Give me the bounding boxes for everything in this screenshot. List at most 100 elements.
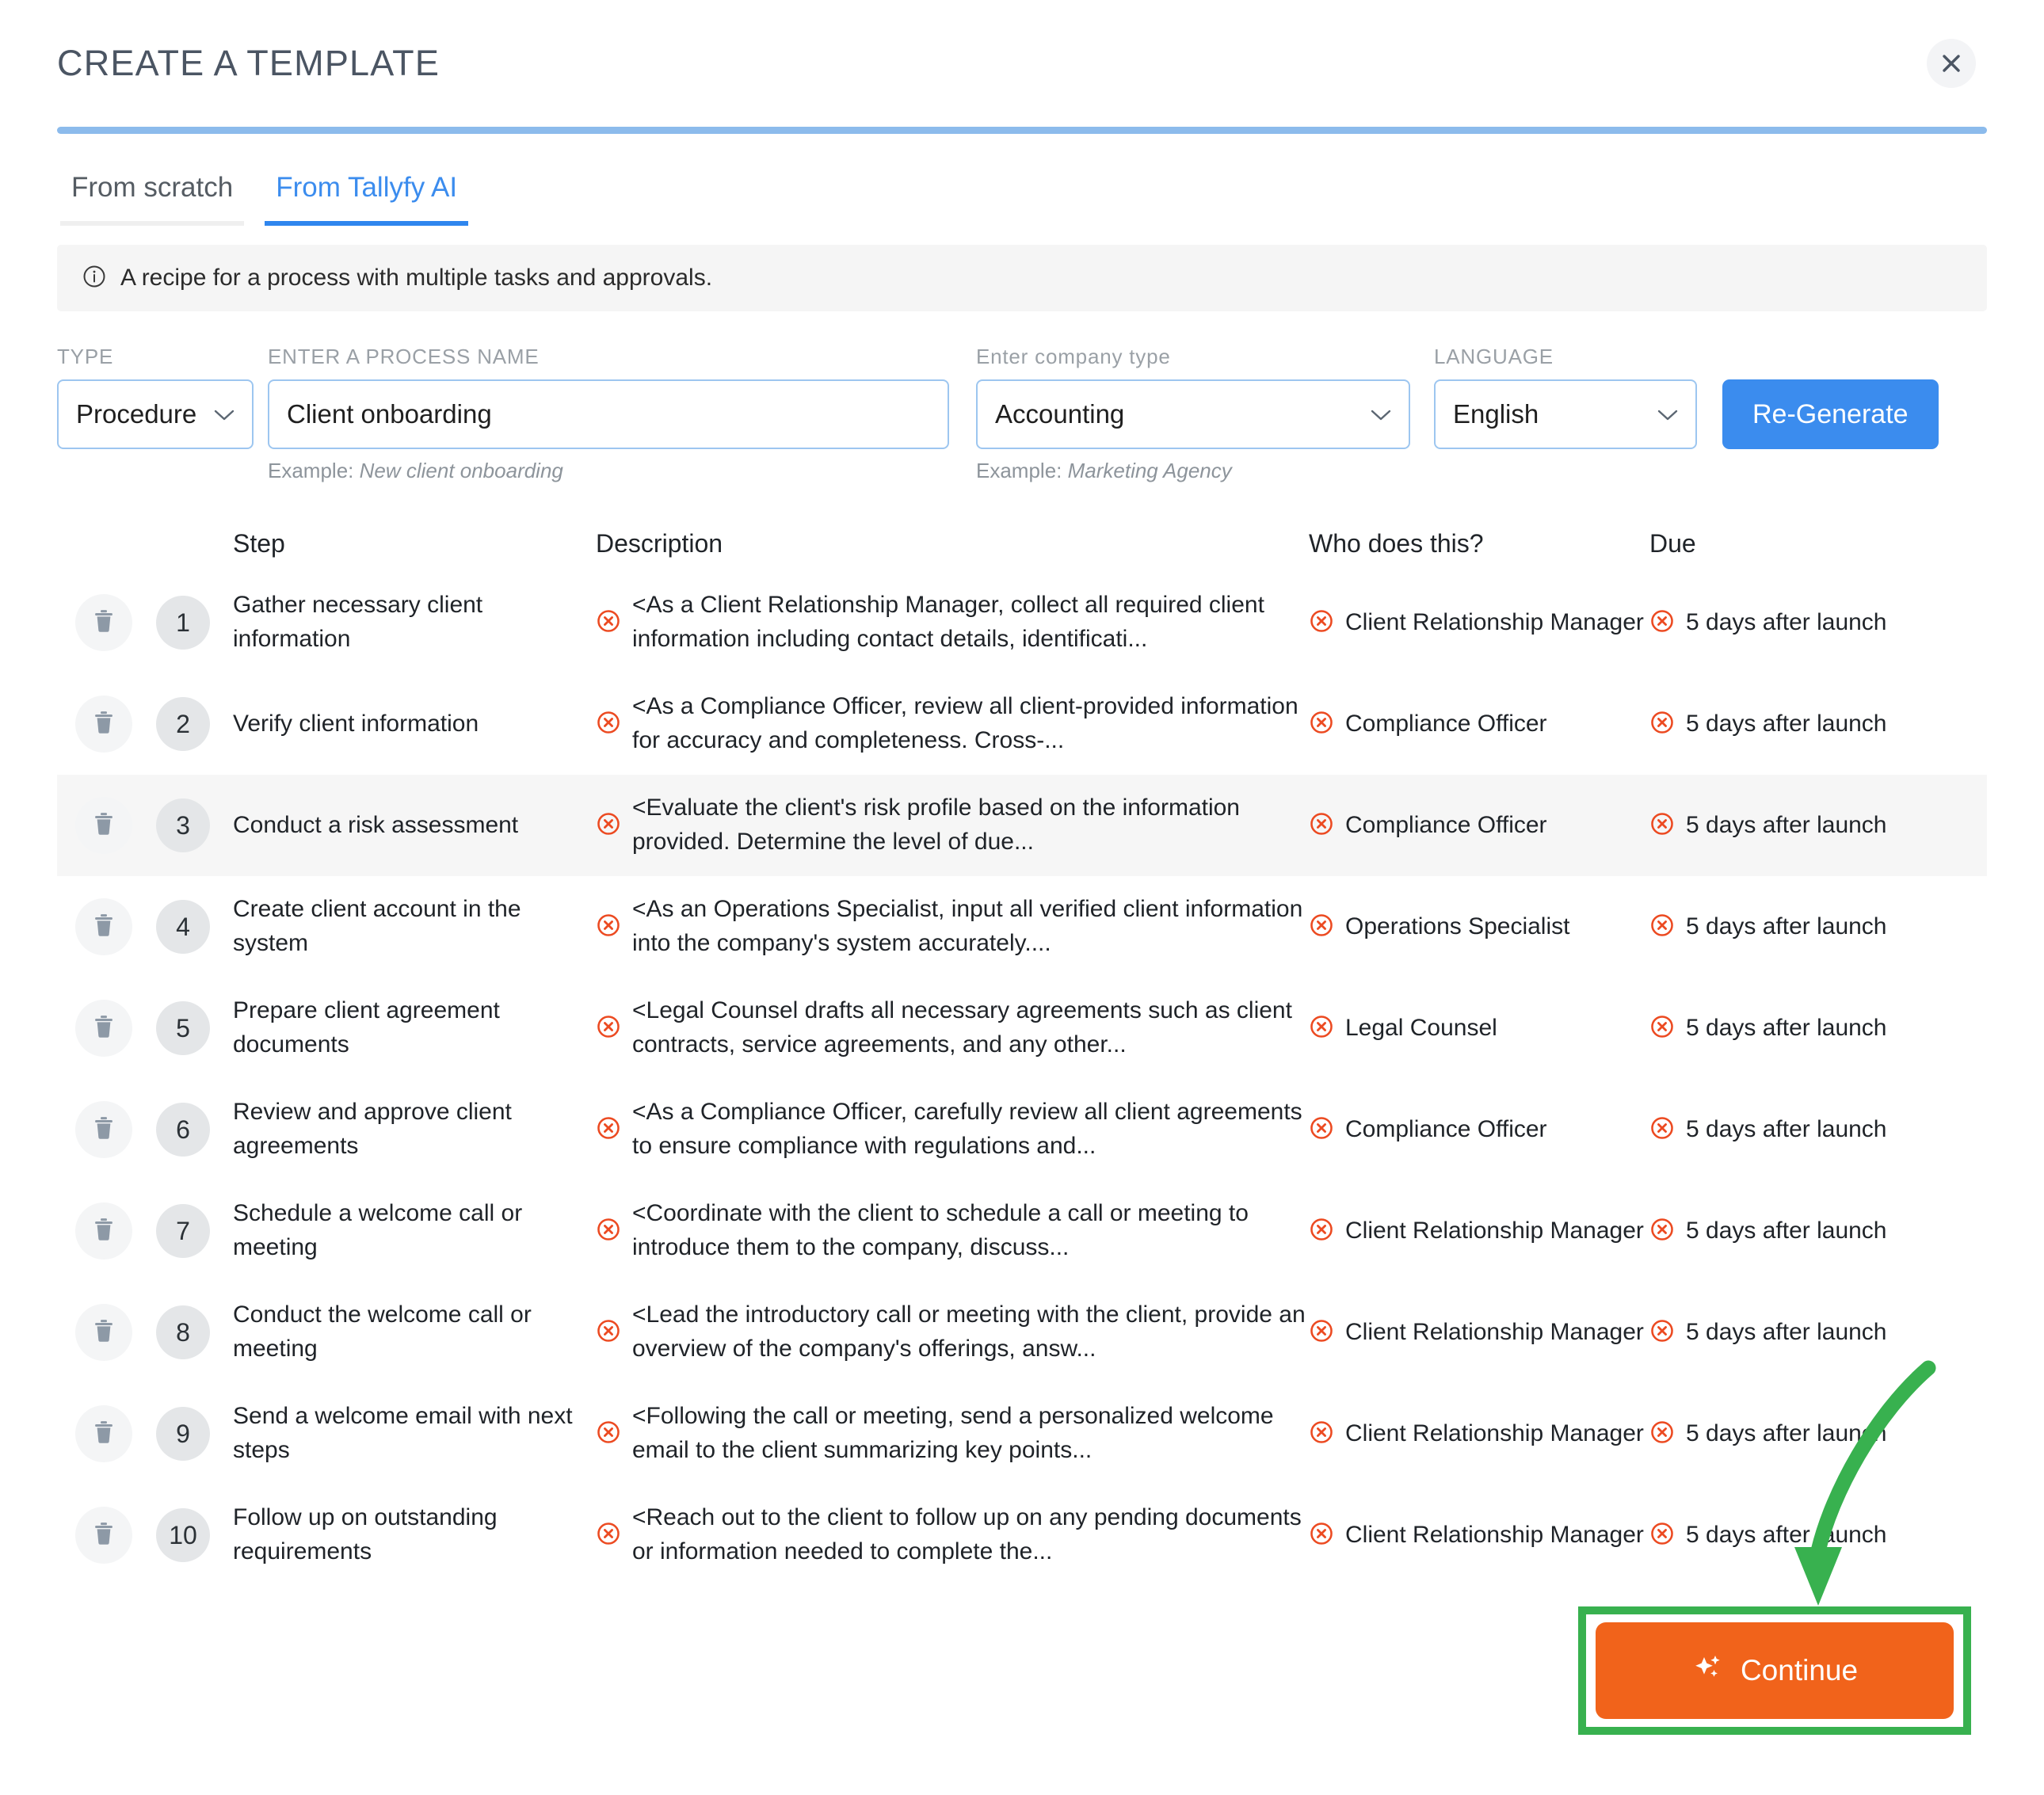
step-description-text[interactable]: <As an Operations Specialist, input all …: [632, 893, 1309, 960]
create-template-modal: CREATE A TEMPLATE From scratch From Tall…: [0, 0, 2044, 1795]
step-description-text[interactable]: <Coordinate with the client to schedule …: [632, 1197, 1309, 1264]
step-assignee-text[interactable]: Compliance Officer: [1345, 809, 1547, 843]
step-assignee-text[interactable]: Client Relationship Manager: [1345, 1417, 1644, 1451]
x-circle-icon[interactable]: [1649, 1521, 1675, 1550]
x-circle-icon[interactable]: [1309, 1115, 1334, 1145]
x-circle-icon[interactable]: [1649, 1115, 1675, 1145]
x-circle-icon[interactable]: [1649, 1420, 1675, 1449]
step-assignee-text[interactable]: Compliance Officer: [1345, 1113, 1547, 1147]
x-circle-icon[interactable]: [596, 1014, 621, 1043]
step-description-text[interactable]: <As a Compliance Officer, review all cli…: [632, 690, 1309, 757]
x-circle-icon[interactable]: [596, 1420, 621, 1449]
x-circle-icon[interactable]: [1649, 710, 1675, 739]
type-label: TYPE: [57, 345, 254, 370]
delete-step-button[interactable]: [75, 1304, 132, 1361]
step-assignee-text[interactable]: Client Relationship Manager: [1345, 606, 1644, 640]
x-circle-icon[interactable]: [1649, 608, 1675, 638]
step-name-text[interactable]: Verify client information: [233, 707, 596, 741]
step-name-text[interactable]: Send a welcome email with next steps: [233, 1400, 596, 1467]
x-circle-icon[interactable]: [596, 811, 621, 840]
step-name-cell: Review and approve client agreements: [215, 1096, 596, 1163]
x-circle-icon[interactable]: [1649, 1318, 1675, 1347]
step-description-text[interactable]: <Following the call or meeting, send a p…: [632, 1400, 1309, 1467]
language-select[interactable]: English: [1434, 379, 1697, 449]
x-circle-icon[interactable]: [1649, 913, 1675, 942]
step-due-text[interactable]: 5 days after launch: [1686, 1519, 1887, 1553]
step-assignee-text[interactable]: Legal Counsel: [1345, 1012, 1497, 1046]
x-circle-icon[interactable]: [596, 1217, 621, 1246]
delete-step-button[interactable]: [75, 594, 132, 651]
step-due-text[interactable]: 5 days after launch: [1686, 910, 1887, 944]
step-due-text[interactable]: 5 days after launch: [1686, 1214, 1887, 1248]
step-description-text[interactable]: <As a Client Relationship Manager, colle…: [632, 589, 1309, 656]
delete-step-button[interactable]: [75, 696, 132, 753]
step-name-text[interactable]: Schedule a welcome call or meeting: [233, 1197, 596, 1264]
step-assignee-text[interactable]: Client Relationship Manager: [1345, 1519, 1644, 1553]
step-due-text[interactable]: 5 days after launch: [1686, 1113, 1887, 1147]
regenerate-button[interactable]: Re-Generate: [1722, 379, 1939, 449]
company-type-hint-example: Marketing Agency: [1068, 459, 1232, 482]
step-name-text[interactable]: Follow up on outstanding requirements: [233, 1501, 596, 1568]
x-circle-icon[interactable]: [1309, 811, 1334, 840]
x-circle-icon[interactable]: [596, 1115, 621, 1145]
trash-icon: [90, 1216, 117, 1247]
process-name-input[interactable]: Client onboarding: [268, 379, 949, 449]
delete-step-button[interactable]: [75, 898, 132, 955]
step-due-text[interactable]: 5 days after launch: [1686, 809, 1887, 843]
delete-step-button[interactable]: [75, 797, 132, 854]
step-assignee-text[interactable]: Operations Specialist: [1345, 910, 1569, 944]
step-description-text[interactable]: <As a Compliance Officer, carefully revi…: [632, 1096, 1309, 1163]
step-assignee-cell: Client Relationship Manager: [1309, 1316, 1649, 1350]
x-circle-icon[interactable]: [1309, 1217, 1334, 1246]
delete-step-button[interactable]: [75, 1000, 132, 1057]
tab-from-scratch[interactable]: From scratch: [60, 167, 244, 226]
x-circle-icon[interactable]: [1309, 608, 1334, 638]
step-name-text[interactable]: Prepare client agreement documents: [233, 994, 596, 1061]
x-circle-icon[interactable]: [1649, 811, 1675, 840]
x-circle-icon[interactable]: [1649, 1217, 1675, 1246]
step-name-text[interactable]: Create client account in the system: [233, 893, 596, 960]
step-name-cell: Verify client information: [215, 707, 596, 741]
x-circle-icon[interactable]: [1309, 1014, 1334, 1043]
step-name-text[interactable]: Conduct the welcome call or meeting: [233, 1298, 596, 1366]
delete-step-button[interactable]: [75, 1405, 132, 1462]
step-description-text[interactable]: <Evaluate the client's risk profile base…: [632, 791, 1309, 859]
step-description-text[interactable]: <Legal Counsel drafts all necessary agre…: [632, 994, 1309, 1061]
delete-step-button[interactable]: [75, 1101, 132, 1158]
step-due-cell: 5 days after launch: [1649, 606, 1982, 640]
step-name-text[interactable]: Gather necessary client information: [233, 589, 596, 656]
x-circle-icon[interactable]: [1309, 1521, 1334, 1550]
step-assignee-text[interactable]: Compliance Officer: [1345, 707, 1547, 741]
chevron-down-icon: [214, 404, 235, 425]
x-circle-icon[interactable]: [596, 710, 621, 739]
delete-step-button[interactable]: [75, 1507, 132, 1564]
step-due-text[interactable]: 5 days after launch: [1686, 707, 1887, 741]
type-select[interactable]: Procedure: [57, 379, 254, 449]
x-circle-icon[interactable]: [1309, 913, 1334, 942]
step-description-text[interactable]: <Reach out to the client to follow up on…: [632, 1501, 1309, 1568]
x-circle-icon[interactable]: [1309, 710, 1334, 739]
delete-step-button[interactable]: [75, 1202, 132, 1260]
x-circle-icon[interactable]: [596, 1318, 621, 1347]
x-circle-icon[interactable]: [1309, 1420, 1334, 1449]
step-due-text[interactable]: 5 days after launch: [1686, 1316, 1887, 1350]
close-button[interactable]: [1927, 39, 1976, 88]
tab-from-tallyfy-ai[interactable]: From Tallyfy AI: [265, 167, 468, 226]
step-assignee-text[interactable]: Client Relationship Manager: [1345, 1214, 1644, 1248]
x-circle-icon[interactable]: [596, 1521, 621, 1550]
step-name-text[interactable]: Conduct a risk assessment: [233, 809, 596, 843]
step-assignee-cell: Legal Counsel: [1309, 1012, 1649, 1046]
continue-button[interactable]: Continue: [1596, 1622, 1954, 1719]
x-circle-icon[interactable]: [1649, 1014, 1675, 1043]
step-due-text[interactable]: 5 days after launch: [1686, 1012, 1887, 1046]
step-assignee-text[interactable]: Client Relationship Manager: [1345, 1316, 1644, 1350]
x-circle-icon[interactable]: [596, 913, 621, 942]
company-type-select[interactable]: Accounting: [976, 379, 1410, 449]
x-circle-icon[interactable]: [1309, 1318, 1334, 1347]
continue-footer: Continue: [1578, 1606, 1971, 1735]
step-description-text[interactable]: <Lead the introductory call or meeting w…: [632, 1298, 1309, 1366]
step-due-text[interactable]: 5 days after launch: [1686, 606, 1887, 640]
x-circle-icon[interactable]: [596, 608, 621, 638]
step-name-text[interactable]: Review and approve client agreements: [233, 1096, 596, 1163]
step-due-text[interactable]: 5 days after launch: [1686, 1417, 1887, 1451]
